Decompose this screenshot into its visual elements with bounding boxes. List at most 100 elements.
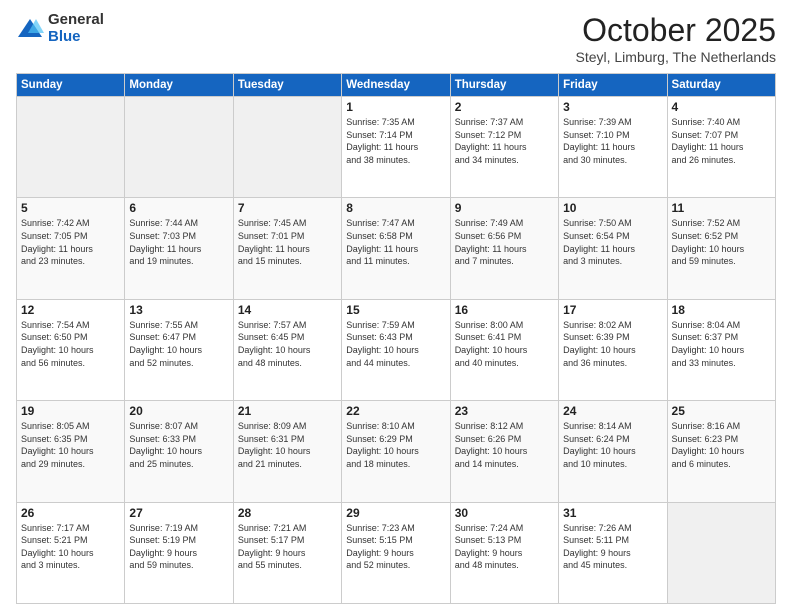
table-row: 24 Sunrise: 8:14 AMSunset: 6:24 PMDayligh… bbox=[559, 401, 667, 502]
day-number: 28 bbox=[238, 506, 337, 520]
table-row: 10Sunrise: 7:50 AMSunset: 6:54 PMDayligh… bbox=[559, 198, 667, 299]
day-info: Sunrise: 7:35 AMSunset: 7:14 PMDaylight:… bbox=[346, 116, 445, 166]
day-number: 1 bbox=[346, 100, 445, 114]
table-row: 28 Sunrise: 7:21 AMSunset: 5:17 PMDayligh… bbox=[233, 502, 341, 603]
table-row: 22Sunrise: 8:10 AMSunset: 6:29 PMDayligh… bbox=[342, 401, 450, 502]
day-info: Sunrise: 8:09 AMSunset: 6:31 PMDaylight:… bbox=[238, 420, 337, 470]
table-row: 30Sunrise: 7:24 AMSunset: 5:13 PMDayligh… bbox=[450, 502, 558, 603]
day-number: 18 bbox=[672, 303, 771, 317]
day-info: Sunrise: 7:47 AMSunset: 6:58 PMDaylight:… bbox=[346, 217, 445, 267]
day-info: Sunrise: 7:21 AMSunset: 5:17 PMDaylight:… bbox=[238, 522, 337, 572]
day-number: 12 bbox=[21, 303, 120, 317]
table-row: 27 Sunrise: 7:19 AMSunset: 5:19 PMDayligh… bbox=[125, 502, 233, 603]
table-row: 7Sunrise: 7:45 AMSunset: 7:01 PMDaylight… bbox=[233, 198, 341, 299]
day-number: 16 bbox=[455, 303, 554, 317]
day-info: Sunrise: 7:19 AMSunset: 5:19 PMDaylight:… bbox=[129, 522, 228, 572]
day-number: 13 bbox=[129, 303, 228, 317]
day-info: Sunrise: 7:24 AMSunset: 5:13 PMDaylight:… bbox=[455, 522, 554, 572]
location-subtitle: Steyl, Limburg, The Netherlands bbox=[575, 49, 776, 65]
calendar-table: Sunday Monday Tuesday Wednesday Thursday… bbox=[16, 73, 776, 604]
calendar-week-row: 5 Sunrise: 7:42 AMSunset: 7:05 PMDaylight… bbox=[17, 198, 776, 299]
table-row: 6Sunrise: 7:44 AMSunset: 7:03 PMDaylight… bbox=[125, 198, 233, 299]
col-thursday: Thursday bbox=[450, 74, 558, 97]
day-number: 21 bbox=[238, 404, 337, 418]
day-number: 15 bbox=[346, 303, 445, 317]
table-row: 5 Sunrise: 7:42 AMSunset: 7:05 PMDaylight… bbox=[17, 198, 125, 299]
table-row bbox=[125, 97, 233, 198]
month-title: October 2025 bbox=[575, 12, 776, 49]
day-number: 14 bbox=[238, 303, 337, 317]
col-friday: Friday bbox=[559, 74, 667, 97]
day-number: 3 bbox=[563, 100, 662, 114]
day-info: Sunrise: 7:52 AMSunset: 6:52 PMDaylight:… bbox=[672, 217, 771, 267]
header: General Blue October 2025 Steyl, Limburg… bbox=[16, 12, 776, 65]
page-container: General Blue October 2025 Steyl, Limburg… bbox=[0, 0, 792, 612]
day-info: Sunrise: 7:23 AMSunset: 5:15 PMDaylight:… bbox=[346, 522, 445, 572]
table-row: 16 Sunrise: 8:00 AMSunset: 6:41 PMDayligh… bbox=[450, 299, 558, 400]
logo-general-text: General bbox=[48, 12, 104, 29]
table-row: 12Sunrise: 7:54 AMSunset: 6:50 PMDayligh… bbox=[17, 299, 125, 400]
col-saturday: Saturday bbox=[667, 74, 775, 97]
table-row bbox=[17, 97, 125, 198]
calendar-week-row: 12Sunrise: 7:54 AMSunset: 6:50 PMDayligh… bbox=[17, 299, 776, 400]
day-number: 2 bbox=[455, 100, 554, 114]
day-number: 26 bbox=[21, 506, 120, 520]
table-row: 31Sunrise: 7:26 AMSunset: 5:11 PMDayligh… bbox=[559, 502, 667, 603]
logo-text: General Blue bbox=[48, 12, 104, 45]
table-row: 13 Sunrise: 7:55 AMSunset: 6:47 PMDayligh… bbox=[125, 299, 233, 400]
day-info: Sunrise: 8:04 AMSunset: 6:37 PMDaylight:… bbox=[672, 319, 771, 369]
day-info: Sunrise: 8:14 AMSunset: 6:24 PMDaylight:… bbox=[563, 420, 662, 470]
day-info: Sunrise: 8:00 AMSunset: 6:41 PMDaylight:… bbox=[455, 319, 554, 369]
day-number: 10 bbox=[563, 201, 662, 215]
col-tuesday: Tuesday bbox=[233, 74, 341, 97]
day-info: Sunrise: 8:05 AMSunset: 6:35 PMDaylight:… bbox=[21, 420, 120, 470]
day-number: 27 bbox=[129, 506, 228, 520]
calendar-week-row: 1 Sunrise: 7:35 AMSunset: 7:14 PMDaylight… bbox=[17, 97, 776, 198]
day-info: Sunrise: 7:40 AMSunset: 7:07 PMDaylight:… bbox=[672, 116, 771, 166]
day-number: 29 bbox=[346, 506, 445, 520]
day-info: Sunrise: 7:55 AMSunset: 6:47 PMDaylight:… bbox=[129, 319, 228, 369]
day-number: 8 bbox=[346, 201, 445, 215]
table-row: 18 Sunrise: 8:04 AMSunset: 6:37 PMDayligh… bbox=[667, 299, 775, 400]
day-info: Sunrise: 7:42 AMSunset: 7:05 PMDaylight:… bbox=[21, 217, 120, 267]
table-row: 9Sunrise: 7:49 AMSunset: 6:56 PMDaylight… bbox=[450, 198, 558, 299]
table-row: 21 Sunrise: 8:09 AMSunset: 6:31 PMDayligh… bbox=[233, 401, 341, 502]
day-number: 11 bbox=[672, 201, 771, 215]
table-row: 25 Sunrise: 8:16 AMSunset: 6:23 PMDayligh… bbox=[667, 401, 775, 502]
calendar-header-row: Sunday Monday Tuesday Wednesday Thursday… bbox=[17, 74, 776, 97]
day-info: Sunrise: 8:10 AMSunset: 6:29 PMDaylight:… bbox=[346, 420, 445, 470]
day-number: 9 bbox=[455, 201, 554, 215]
table-row bbox=[667, 502, 775, 603]
col-monday: Monday bbox=[125, 74, 233, 97]
table-row: 2Sunrise: 7:37 AMSunset: 7:12 PMDaylight… bbox=[450, 97, 558, 198]
day-info: Sunrise: 7:17 AMSunset: 5:21 PMDaylight:… bbox=[21, 522, 120, 572]
table-row: 3 Sunrise: 7:39 AMSunset: 7:10 PMDaylight… bbox=[559, 97, 667, 198]
day-number: 4 bbox=[672, 100, 771, 114]
day-info: Sunrise: 8:07 AMSunset: 6:33 PMDaylight:… bbox=[129, 420, 228, 470]
day-number: 23 bbox=[455, 404, 554, 418]
table-row bbox=[233, 97, 341, 198]
day-number: 31 bbox=[563, 506, 662, 520]
col-sunday: Sunday bbox=[17, 74, 125, 97]
day-number: 19 bbox=[21, 404, 120, 418]
table-row: 8 Sunrise: 7:47 AMSunset: 6:58 PMDaylight… bbox=[342, 198, 450, 299]
calendar-week-row: 19 Sunrise: 8:05 AMSunset: 6:35 PMDayligh… bbox=[17, 401, 776, 502]
title-block: October 2025 Steyl, Limburg, The Netherl… bbox=[575, 12, 776, 65]
table-row: 20 Sunrise: 8:07 AMSunset: 6:33 PMDayligh… bbox=[125, 401, 233, 502]
day-info: Sunrise: 7:44 AMSunset: 7:03 PMDaylight:… bbox=[129, 217, 228, 267]
day-info: Sunrise: 7:39 AMSunset: 7:10 PMDaylight:… bbox=[563, 116, 662, 166]
table-row: 29 Sunrise: 7:23 AMSunset: 5:15 PMDayligh… bbox=[342, 502, 450, 603]
day-info: Sunrise: 8:16 AMSunset: 6:23 PMDaylight:… bbox=[672, 420, 771, 470]
table-row: 19 Sunrise: 8:05 AMSunset: 6:35 PMDayligh… bbox=[17, 401, 125, 502]
day-info: Sunrise: 7:57 AMSunset: 6:45 PMDaylight:… bbox=[238, 319, 337, 369]
calendar-week-row: 26 Sunrise: 7:17 AMSunset: 5:21 PMDayligh… bbox=[17, 502, 776, 603]
table-row: 11 Sunrise: 7:52 AMSunset: 6:52 PMDayligh… bbox=[667, 198, 775, 299]
day-number: 7 bbox=[238, 201, 337, 215]
day-number: 24 bbox=[563, 404, 662, 418]
day-number: 20 bbox=[129, 404, 228, 418]
day-number: 25 bbox=[672, 404, 771, 418]
logo-icon bbox=[16, 15, 44, 43]
logo-blue-text: Blue bbox=[48, 29, 104, 46]
day-number: 17 bbox=[563, 303, 662, 317]
day-number: 5 bbox=[21, 201, 120, 215]
